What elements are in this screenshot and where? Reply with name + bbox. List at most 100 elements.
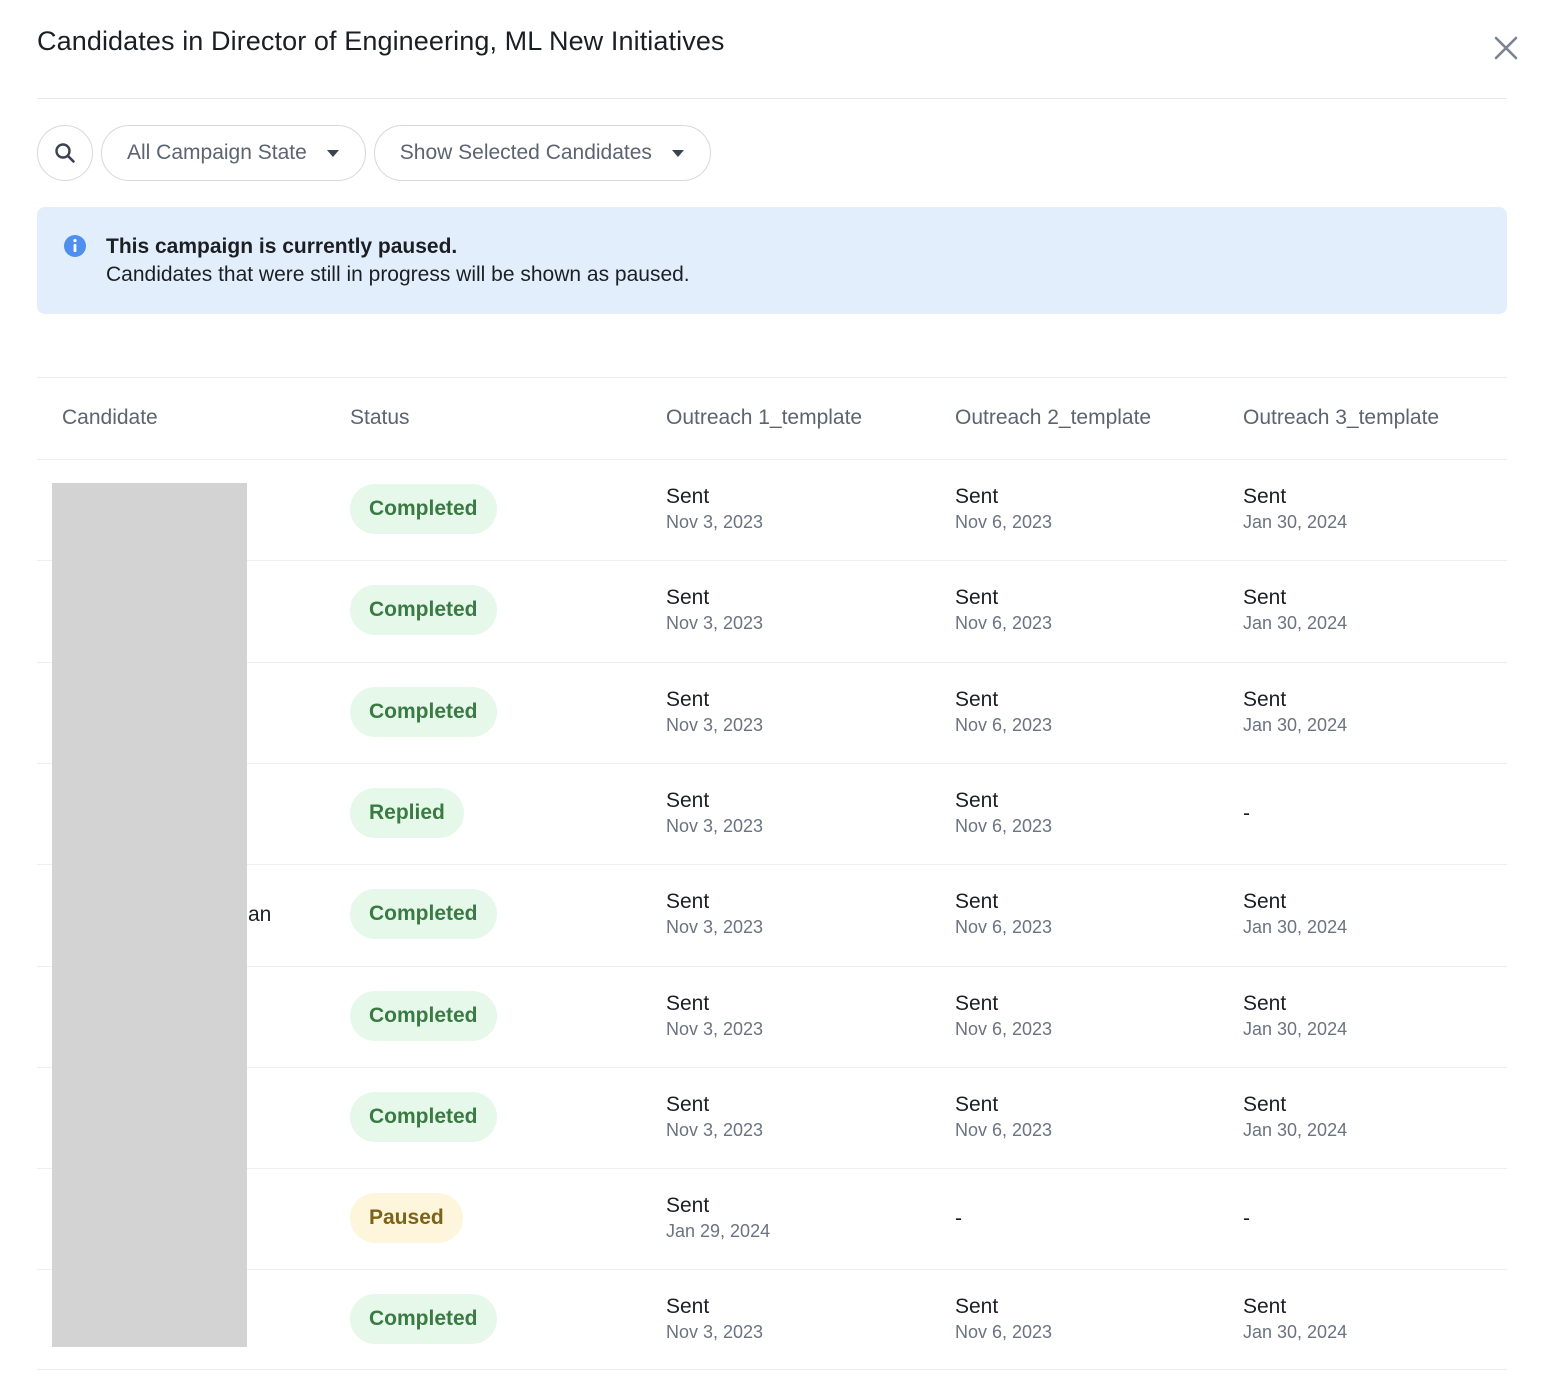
outreach-3-state: Sent bbox=[1243, 688, 1287, 711]
outreach-1-cell: Sent Nov 3, 2023 bbox=[666, 484, 763, 534]
outreach-3-cell: Sent Jan 30, 2024 bbox=[1243, 991, 1347, 1041]
outreach-1-date: Nov 3, 2023 bbox=[666, 613, 764, 633]
outreach-3-cell: Sent Jan 30, 2024 bbox=[1243, 687, 1347, 737]
outreach-2-state: Sent bbox=[955, 789, 999, 812]
outreach-3-empty: - bbox=[1243, 1207, 1250, 1230]
close-icon bbox=[1494, 36, 1518, 60]
outreach-3-date: Jan 30, 2024 bbox=[1243, 1019, 1348, 1039]
status-badge: Completed bbox=[350, 1092, 497, 1142]
outreach-1-state: Sent bbox=[666, 992, 710, 1015]
candidates-dialog: Candidates in Director of Engineering, M… bbox=[0, 0, 1544, 1390]
outreach-3-state: Sent bbox=[1243, 485, 1287, 508]
column-header-status[interactable]: Status bbox=[350, 404, 410, 432]
outreach-1-date: Nov 3, 2023 bbox=[666, 512, 764, 532]
outreach-1-state: Sent bbox=[666, 789, 710, 812]
outreach-3-state: Sent bbox=[1243, 1295, 1287, 1318]
outreach-2-state: Sent bbox=[955, 688, 999, 711]
outreach-1-date: Jan 29, 2024 bbox=[666, 1221, 771, 1241]
table-row[interactable]: Completed Sent Nov 3, 2023 Sent Nov 6, 2023 S… bbox=[37, 560, 1507, 661]
column-header-outreach-1[interactable]: Outreach 1_template bbox=[666, 404, 862, 432]
outreach-3-date: Jan 30, 2024 bbox=[1243, 1322, 1348, 1342]
outreach-3-empty: - bbox=[1243, 802, 1250, 825]
outreach-1-state: Sent bbox=[666, 485, 710, 508]
outreach-2-cell: Sent Nov 6, 2023 bbox=[955, 1294, 1052, 1344]
search-button[interactable] bbox=[37, 125, 93, 181]
outreach-2-date: Nov 6, 2023 bbox=[955, 1019, 1053, 1039]
status-badge: Replied bbox=[350, 788, 464, 838]
outreach-1-cell: Sent Nov 3, 2023 bbox=[666, 687, 763, 737]
outreach-1-date: Nov 3, 2023 bbox=[666, 816, 764, 836]
campaign-state-dropdown[interactable]: All Campaign State bbox=[101, 125, 366, 181]
info-icon bbox=[64, 235, 86, 257]
selected-candidates-dropdown[interactable]: Show Selected Candidates bbox=[373, 125, 711, 181]
table-row[interactable]: Replied Sent Nov 3, 2023 Sent Nov 6, 2023 - bbox=[37, 763, 1507, 864]
table-row[interactable]: Completed Sent Nov 3, 2023 Sent Nov 6, 2023 S… bbox=[37, 1067, 1507, 1168]
outreach-1-state: Sent bbox=[666, 890, 710, 913]
status-badge: Completed bbox=[350, 484, 497, 534]
outreach-1-date: Nov 3, 2023 bbox=[666, 1322, 764, 1342]
status-badge: Paused bbox=[350, 1193, 463, 1243]
caret-down-icon bbox=[671, 149, 684, 157]
redacted-candidate-names bbox=[52, 483, 247, 1347]
outreach-2-cell: Sent Nov 6, 2023 bbox=[955, 1092, 1052, 1142]
outreach-1-state: Sent bbox=[666, 1093, 710, 1116]
outreach-2-date: Nov 6, 2023 bbox=[955, 1322, 1053, 1342]
outreach-3-cell: Sent Jan 30, 2024 bbox=[1243, 1092, 1347, 1142]
outreach-2-date: Nov 6, 2023 bbox=[955, 715, 1053, 735]
outreach-2-state: Sent bbox=[955, 890, 999, 913]
outreach-2-date: Nov 6, 2023 bbox=[955, 512, 1053, 532]
outreach-1-date: Nov 3, 2023 bbox=[666, 1120, 764, 1140]
table-row[interactable]: an Completed Sent Nov 3, 2023 Sent Nov 6, 202… bbox=[37, 864, 1507, 965]
outreach-1-state: Sent bbox=[666, 586, 710, 609]
outreach-3-cell: Sent Jan 30, 2024 bbox=[1243, 484, 1347, 534]
candidate-name[interactable]: an bbox=[248, 903, 271, 927]
outreach-2-cell: Sent Nov 6, 2023 bbox=[955, 889, 1052, 939]
paused-info-banner: This campaign is currently paused. Candi… bbox=[37, 207, 1507, 314]
outreach-3-date: Jan 30, 2024 bbox=[1243, 1120, 1348, 1140]
outreach-2-state: Sent bbox=[955, 992, 999, 1015]
outreach-3-cell: Sent Jan 30, 2024 bbox=[1243, 889, 1347, 939]
outreach-2-state: Sent bbox=[955, 485, 999, 508]
status-badge: Completed bbox=[350, 687, 497, 737]
table-row[interactable]: Completed Sent Nov 3, 2023 Sent Nov 6, 2023 S… bbox=[37, 966, 1507, 1067]
header-divider bbox=[37, 98, 1507, 99]
outreach-3-cell: Sent Jan 30, 2024 bbox=[1243, 585, 1347, 635]
campaign-state-label: All Campaign State bbox=[127, 141, 307, 164]
outreach-3-date: Jan 30, 2024 bbox=[1243, 613, 1348, 633]
outreach-2-cell: Sent Nov 6, 2023 bbox=[955, 687, 1052, 737]
search-icon bbox=[55, 143, 75, 163]
outreach-1-cell: Sent Nov 3, 2023 bbox=[666, 1294, 763, 1344]
outreach-3-state: Sent bbox=[1243, 586, 1287, 609]
outreach-1-date: Nov 3, 2023 bbox=[666, 715, 764, 735]
outreach-1-cell: Sent Jan 29, 2024 bbox=[666, 1193, 770, 1243]
outreach-3-state: Sent bbox=[1243, 992, 1287, 1015]
column-header-outreach-2[interactable]: Outreach 2_template bbox=[955, 404, 1151, 432]
outreach-1-date: Nov 3, 2023 bbox=[666, 917, 764, 937]
status-badge: Completed bbox=[350, 991, 497, 1041]
outreach-1-state: Sent bbox=[666, 688, 710, 711]
outreach-1-date: Nov 3, 2023 bbox=[666, 1019, 764, 1039]
outreach-1-cell: Sent Nov 3, 2023 bbox=[666, 788, 763, 838]
outreach-3-date: Jan 30, 2024 bbox=[1243, 512, 1348, 532]
outreach-2-date: Nov 6, 2023 bbox=[955, 1120, 1053, 1140]
close-button[interactable] bbox=[1490, 32, 1522, 64]
table-row[interactable]: Completed Sent Nov 3, 2023 Sent Nov 6, 2023 S… bbox=[37, 1269, 1507, 1370]
table-divider bbox=[37, 377, 1507, 378]
outreach-2-empty: - bbox=[955, 1207, 962, 1230]
column-header-candidate[interactable]: Candidate bbox=[62, 404, 158, 432]
caret-down-icon bbox=[326, 149, 339, 157]
banner-title: This campaign is currently paused. bbox=[106, 235, 458, 258]
status-badge: Completed bbox=[350, 1294, 497, 1344]
table-row[interactable]: Completed Sent Nov 3, 2023 Sent Nov 6, 2023 S… bbox=[37, 459, 1507, 560]
column-header-outreach-3[interactable]: Outreach 3_template bbox=[1243, 404, 1439, 432]
outreach-1-cell: Sent Nov 3, 2023 bbox=[666, 585, 763, 635]
status-badge: Completed bbox=[350, 889, 497, 939]
outreach-1-cell: Sent Nov 3, 2023 bbox=[666, 889, 763, 939]
outreach-3-date: Jan 30, 2024 bbox=[1243, 917, 1348, 937]
outreach-2-cell: Sent Nov 6, 2023 bbox=[955, 585, 1052, 635]
dialog-title: Candidates in Director of Engineering, M… bbox=[37, 26, 725, 56]
table-row[interactable]: Paused Sent Jan 29, 2024 - - bbox=[37, 1168, 1507, 1269]
outreach-3-state: Sent bbox=[1243, 890, 1287, 913]
table-row[interactable]: Completed Sent Nov 3, 2023 Sent Nov 6, 2023 S… bbox=[37, 662, 1507, 763]
outreach-2-cell: Sent Nov 6, 2023 bbox=[955, 991, 1052, 1041]
